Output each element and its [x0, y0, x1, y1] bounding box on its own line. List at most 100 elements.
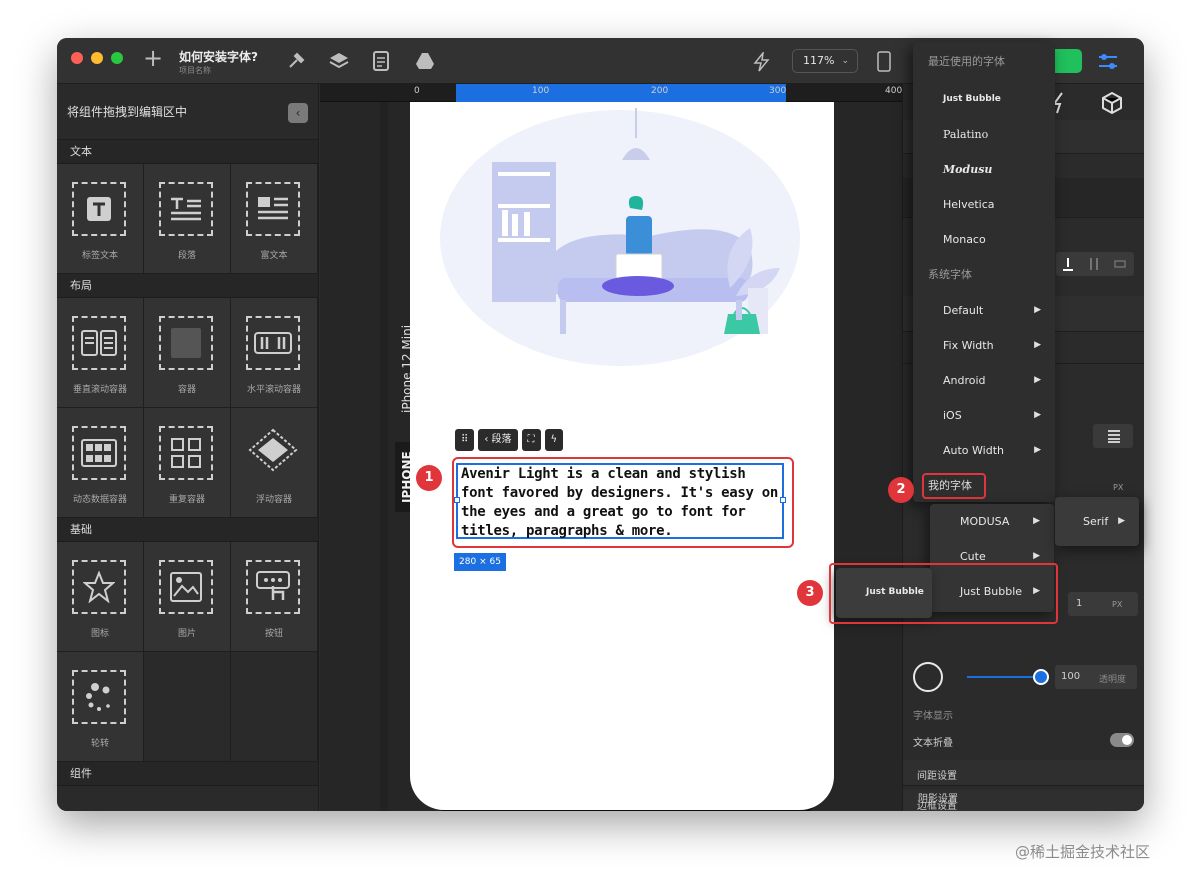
ruler-number: 200 — [651, 86, 669, 96]
hammer-icon[interactable] — [287, 52, 305, 70]
container-icon — [159, 316, 213, 370]
highlight-box-3 — [829, 563, 1058, 624]
component-label: 按钮 — [264, 629, 283, 639]
project-subtitle: 项目名称 — [179, 66, 211, 75]
opacity-value: 100 — [1061, 671, 1081, 682]
label-text-icon — [72, 182, 126, 236]
button-icon — [246, 560, 300, 614]
step-badge-1: 1 — [416, 465, 442, 491]
chevron-down-icon: ⌄ — [841, 56, 849, 66]
opacity-input[interactable]: 100 透明度 — [1055, 665, 1137, 689]
opacity-slider-handle[interactable] — [1033, 669, 1049, 685]
component-rich-text[interactable]: 富文本 — [231, 164, 318, 274]
close-window-button[interactable] — [71, 52, 83, 64]
ruler-selection-highlight — [456, 84, 786, 102]
bolt-icon[interactable] — [751, 52, 771, 72]
font-item-helvetica[interactable]: Helvetica — [913, 187, 1055, 222]
system-fonts-heading: 系统字体 — [928, 268, 972, 281]
component-label-text[interactable]: 标签文本 — [57, 164, 144, 274]
component-floating-container[interactable]: 浮动容器 — [231, 408, 318, 518]
component-vertical-scroll[interactable]: 垂直滚动容器 — [57, 298, 144, 408]
size-tag: 280 × 65 — [454, 553, 506, 571]
align-bottom-icon[interactable] — [1062, 257, 1074, 271]
font-item-modusu[interactable]: Modusu — [913, 152, 1055, 187]
component-label: 段落 — [177, 251, 196, 261]
chevron-right-icon: ▶ — [1118, 516, 1125, 526]
section-components: 组件 — [57, 762, 318, 786]
component-label: 富文本 — [260, 251, 288, 261]
font-item-fix-width[interactable]: Fix Width ▶ — [913, 328, 1055, 363]
font-item-just-bubble[interactable]: Just Bubble — [913, 82, 1055, 117]
minimize-window-button[interactable] — [91, 52, 103, 64]
phone-screen[interactable] — [410, 102, 834, 810]
parent-paragraph-button[interactable]: ‹ 段落 — [478, 429, 518, 451]
font-item-ios[interactable]: iOS ▶ — [913, 398, 1055, 433]
component-container[interactable]: 容器 — [144, 298, 231, 408]
font-item-android[interactable]: Android ▶ — [913, 363, 1055, 398]
selected-paragraph-text[interactable]: Avenir Light is a clean and stylish font… — [456, 463, 784, 539]
resize-handle-right[interactable] — [780, 497, 786, 503]
font-menu: 最近使用的字体 Just Bubble Palatino Modusu Helv… — [913, 42, 1055, 502]
font-item-serif[interactable]: Serif ▶ — [1055, 504, 1139, 539]
vertical-ruler — [380, 102, 388, 811]
component-label: 重复容器 — [168, 495, 205, 505]
text-fold-toggle[interactable] — [1110, 733, 1134, 747]
component-label: 图片 — [177, 629, 196, 639]
component-paragraph[interactable]: 段落 — [144, 164, 231, 274]
zoom-select[interactable]: 117% ⌄ — [792, 49, 858, 73]
add-icon[interactable]: + — [143, 46, 163, 70]
ruler-number: 0 — [414, 86, 420, 96]
alignment-buttons[interactable] — [1056, 252, 1134, 276]
horizontal-ruler: 0 100 200 300 400 — [320, 84, 902, 102]
line-height-input[interactable]: 1 PX — [1068, 592, 1138, 616]
component-horizontal-scroll[interactable]: 水平滚动容器 — [231, 298, 318, 408]
line-height-value: 1 — [1076, 598, 1083, 609]
component-button[interactable]: 按钮 — [231, 542, 318, 652]
align-middle-icon[interactable] — [1088, 257, 1100, 271]
font-item-modusa[interactable]: MODUSA ▶ — [930, 504, 1054, 539]
shadow-label: 阴影设置 — [918, 794, 958, 805]
component-label: 轮转 — [90, 739, 109, 749]
document-icon[interactable] — [373, 51, 389, 71]
modusa-submenu: Serif ▶ — [1055, 497, 1139, 546]
phone-preview-icon[interactable] — [877, 51, 891, 72]
illustration-image — [440, 108, 800, 366]
cube-icon[interactable] — [1101, 92, 1123, 114]
resize-handle-left[interactable] — [454, 497, 460, 503]
spacing-row[interactable]: 间距设置 — [903, 760, 1144, 786]
font-item-default[interactable]: Default ▶ — [913, 293, 1055, 328]
ruler-number: 300 — [769, 86, 787, 96]
section-text: 文本 — [57, 140, 318, 164]
font-item-monaco[interactable]: Monaco — [913, 222, 1055, 257]
horizontal-scroll-icon — [246, 316, 300, 370]
color-swatch[interactable] — [913, 662, 943, 692]
justify-button[interactable] — [1093, 424, 1133, 448]
vertical-scroll-icon — [72, 316, 126, 370]
collapse-panel-button[interactable]: ‹ — [288, 103, 308, 123]
fit-frame-button[interactable]: ⛶ — [521, 429, 541, 451]
drag-handle-button[interactable]: ⠿ — [455, 429, 475, 451]
chevron-right-icon: ▶ — [1034, 305, 1041, 315]
rich-text-icon — [246, 182, 300, 236]
component-spinner[interactable]: 轮转 — [57, 652, 144, 762]
component-label: 水平滚动容器 — [246, 385, 301, 395]
component-dynamic-data[interactable]: 动态数据容器 — [57, 408, 144, 518]
component-image[interactable]: 图片 — [144, 542, 231, 652]
settings-sliders-icon[interactable] — [1097, 52, 1119, 72]
maximize-window-button[interactable] — [111, 52, 123, 64]
menu-item-label: Cute — [960, 550, 986, 563]
align-fill-icon[interactable] — [1114, 257, 1126, 271]
font-item-auto-width[interactable]: Auto Width ▶ — [913, 433, 1055, 468]
layers-icon[interactable] — [329, 52, 349, 70]
component-repeat-container[interactable]: 重复容器 — [144, 408, 231, 518]
project-title: 如何安装字体? — [179, 50, 258, 64]
component-panel-title: 将组件拖拽到编辑区中 — [67, 105, 188, 119]
drive-icon[interactable] — [415, 52, 435, 70]
font-item-palatino[interactable]: Palatino — [913, 117, 1055, 152]
opacity-slider-track[interactable] — [967, 676, 1041, 678]
menu-item-label: Auto Width — [943, 444, 1004, 457]
component-icon[interactable]: 图标 — [57, 542, 144, 652]
align-justify-icon — [1108, 430, 1120, 443]
ruler-number: 400 — [885, 86, 903, 96]
action-bolt-button[interactable]: ϟ — [544, 429, 564, 451]
